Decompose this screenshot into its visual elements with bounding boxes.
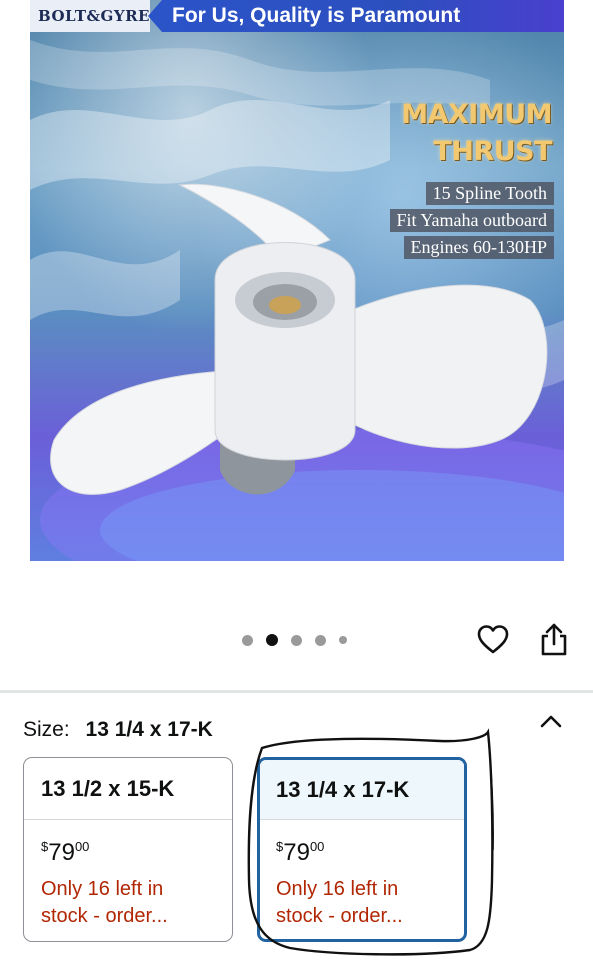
- pager-dot[interactable]: [291, 634, 302, 646]
- pager-dot[interactable]: [339, 636, 347, 644]
- spec-tags: 15 Spline Tooth Fit Yamaha outboard Engi…: [389, 182, 554, 263]
- product-image[interactable]: BOLT&GYRE For Us, Quality is Paramount M…: [30, 0, 564, 561]
- size-option-card-selected[interactable]: 13 1/4 x 17-K $7900 Only 16 left in stoc…: [257, 757, 467, 942]
- brand-banner: BOLT&GYRE For Us, Quality is Paramount: [30, 0, 564, 32]
- spec-tag: 15 Spline Tooth: [425, 182, 554, 205]
- favorite-button[interactable]: [476, 623, 510, 657]
- price-fraction: 00: [74, 839, 90, 854]
- brand-slogan: For Us, Quality is Paramount: [148, 0, 564, 32]
- pager-dot[interactable]: [242, 634, 253, 646]
- promo-headline: MAXIMUM THRUST: [401, 96, 552, 170]
- stock-status-line: Only 16 left in: [41, 878, 164, 900]
- price-whole: 79: [48, 839, 75, 866]
- chevron-up-icon: [540, 715, 562, 728]
- spec-tag: Fit Yamaha outboard: [389, 209, 554, 232]
- size-option-name: 13 1/2 x 15-K: [24, 758, 232, 820]
- headline-line-2: THRUST: [433, 136, 552, 167]
- share-button[interactable]: [537, 622, 571, 658]
- size-selector-header: Size: 13 1/4 x 17-K: [23, 716, 213, 744]
- collapse-size-button[interactable]: [538, 711, 564, 733]
- size-label: Size:: [23, 718, 70, 741]
- size-option-name: 13 1/4 x 17-K: [260, 760, 464, 820]
- size-option-price: $7900: [260, 840, 464, 866]
- selected-size-value: 13 1/4 x 17-K: [85, 718, 213, 741]
- heart-icon: [477, 625, 509, 654]
- size-option-price: $7900: [24, 840, 232, 866]
- image-pager[interactable]: [242, 633, 360, 647]
- stock-status-line: stock - order...: [41, 905, 168, 927]
- stock-status-line: Only 16 left in: [276, 878, 399, 900]
- stock-status-line: stock - order...: [276, 905, 403, 927]
- brand-logo: BOLT&GYRE: [30, 0, 150, 32]
- propeller-illustration: [30, 40, 564, 561]
- pager-dot-active[interactable]: [266, 634, 278, 646]
- price-fraction: 00: [309, 839, 325, 854]
- share-icon: [541, 623, 567, 656]
- stock-status: Only 16 left in stock - order...: [24, 876, 214, 930]
- price-whole: 79: [283, 839, 310, 866]
- size-option-card[interactable]: 13 1/2 x 15-K $7900 Only 16 left in stoc…: [23, 757, 233, 942]
- spec-tag: Engines 60-130HP: [403, 236, 554, 259]
- headline-line-1: MAXIMUM: [401, 99, 552, 130]
- pager-dot[interactable]: [315, 634, 326, 646]
- stock-status: Only 16 left in stock - order...: [260, 876, 450, 930]
- section-divider: [0, 690, 593, 693]
